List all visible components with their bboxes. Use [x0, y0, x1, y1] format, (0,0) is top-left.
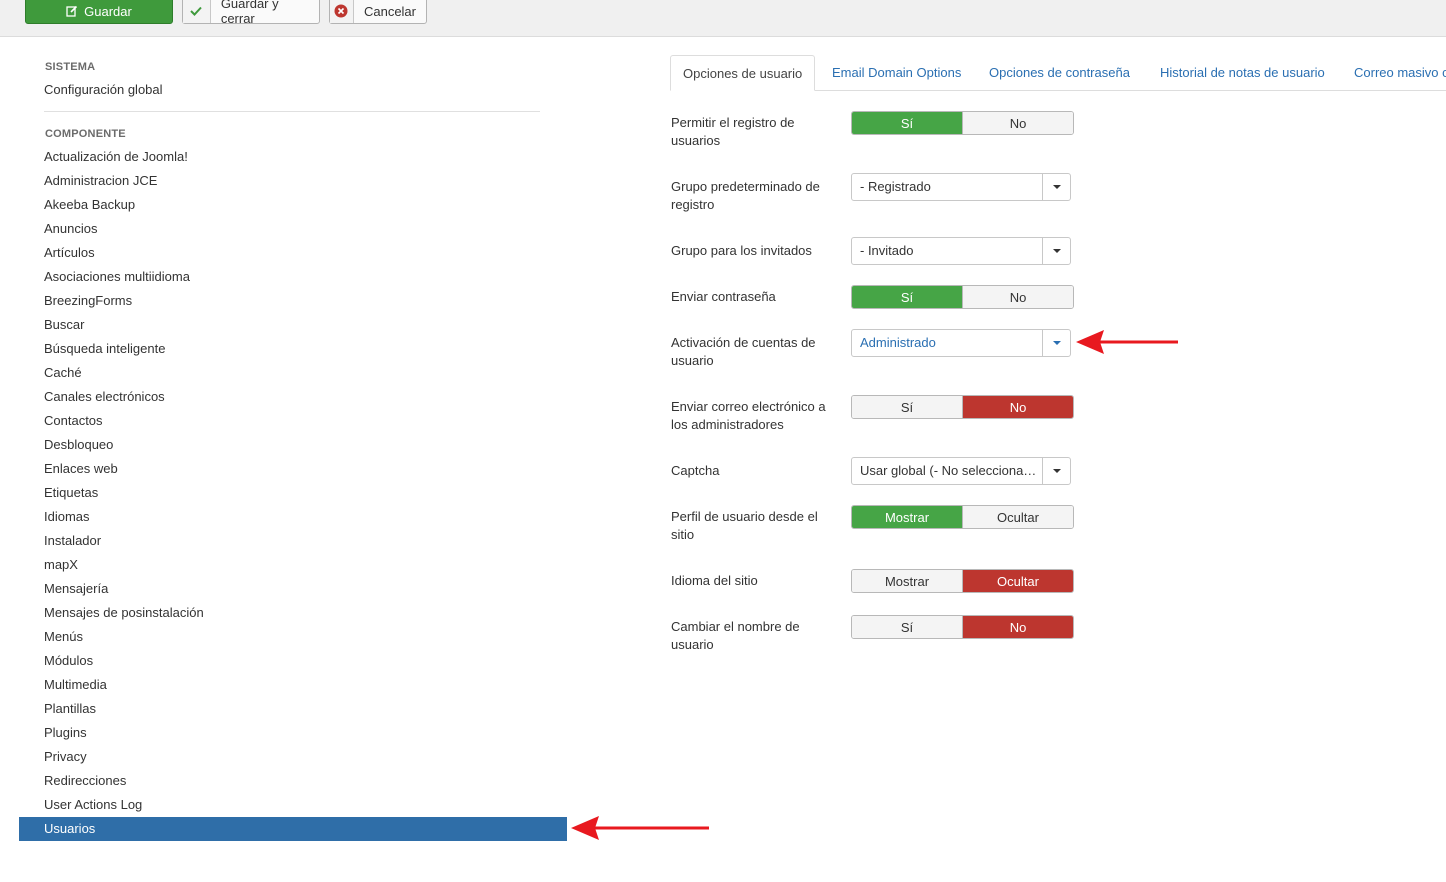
tab-email-domain-options[interactable]: Email Domain Options	[832, 55, 961, 91]
check-icon	[183, 0, 211, 23]
save-and-close-label: Guardar y cerrar	[220, 0, 279, 26]
annotation-arrow-icon	[1076, 330, 1178, 354]
site-language-toggle: Mostrar Ocultar	[851, 569, 1074, 593]
sidebar-item-buscar[interactable]: Buscar	[19, 313, 567, 337]
account-activation-value: Administrado	[860, 335, 936, 350]
save-button[interactable]: Guardar	[25, 0, 173, 24]
tab-mass-mail[interactable]: Correo masivo c	[1354, 55, 1446, 91]
change-username-no[interactable]: No	[962, 616, 1073, 638]
captcha-value: Usar global (- No seleccionado -)	[860, 463, 1042, 478]
send-password-toggle: Sí No	[851, 285, 1074, 309]
tab-password-options[interactable]: Opciones de contraseña	[989, 55, 1130, 91]
annotation-arrow-icon	[571, 816, 709, 840]
chevron-down-icon	[1042, 238, 1070, 264]
allow-registration-label: Permitir el registro de usuarios	[671, 115, 795, 148]
sidebar-item-user-actions-log[interactable]: User Actions Log	[19, 793, 567, 817]
cancel-circle-icon	[330, 0, 354, 23]
sidebar-item-mensajes-de-posinstalacion[interactable]: Mensajes de posinstalación	[19, 601, 567, 625]
notify-admins-yes[interactable]: Sí	[852, 396, 962, 418]
sidebar-item-instalador[interactable]: Instalador	[19, 529, 567, 553]
tab-user-options[interactable]: Opciones de usuario	[670, 55, 816, 91]
frontend-profile-toggle: Mostrar Ocultar	[851, 505, 1074, 529]
chevron-down-icon	[1042, 330, 1070, 356]
sidebar-item-mensajeria[interactable]: Mensajería	[19, 577, 567, 601]
edit-icon	[66, 5, 78, 17]
tab-bar: Opciones de usuario Email Domain Options…	[670, 55, 1446, 91]
sidebar-item-menus[interactable]: Menús	[19, 625, 567, 649]
sidebar-item-redirecciones[interactable]: Redirecciones	[19, 769, 567, 793]
captcha-select[interactable]: Usar global (- No seleccionado -)	[851, 457, 1071, 485]
sidebar-item-modulos[interactable]: Módulos	[19, 649, 567, 673]
frontend-profile-hide[interactable]: Ocultar	[962, 506, 1073, 528]
guest-group-select[interactable]: - Invitado	[851, 237, 1071, 265]
default-group-value: - Registrado	[860, 179, 931, 194]
chevron-down-icon	[1042, 174, 1070, 200]
send-password-label: Enviar contraseña	[671, 289, 776, 304]
component-section-title: COMPONENTE	[45, 128, 126, 140]
site-language-hide[interactable]: Ocultar	[962, 570, 1073, 592]
sidebar-item-multimedia[interactable]: Multimedia	[19, 673, 567, 697]
save-label: Guardar	[84, 3, 132, 19]
cancel-label: Cancelar	[363, 3, 416, 19]
allow-registration-no[interactable]: No	[962, 112, 1073, 134]
default-group-select[interactable]: - Registrado	[851, 173, 1071, 201]
sidebar-item-breezingforms[interactable]: BreezingForms	[19, 289, 567, 313]
sidebar-item-administracion-jce[interactable]: Administracion JCE	[19, 169, 567, 193]
sidebar-item-canales-electronicos[interactable]: Canales electrónicos	[19, 385, 567, 409]
sidebar-item-desbloqueo[interactable]: Desbloqueo	[19, 433, 567, 457]
guest-group-label: Grupo para los invitados	[671, 243, 812, 258]
site-language-label: Idioma del sitio	[671, 573, 758, 588]
cancel-button[interactable]: Cancelar	[329, 0, 427, 24]
site-language-show[interactable]: Mostrar	[852, 570, 962, 592]
frontend-profile-label: Perfil de usuario desde el sitio	[671, 509, 818, 542]
sidebar-item-etiquetas[interactable]: Etiquetas	[19, 481, 567, 505]
notify-admins-no[interactable]: No	[962, 396, 1073, 418]
send-password-yes[interactable]: Sí	[852, 286, 962, 308]
save-and-close-button[interactable]: Guardar y cerrar	[182, 0, 320, 26]
change-username-yes[interactable]: Sí	[852, 616, 962, 638]
notify-admins-toggle: Sí No	[851, 395, 1074, 419]
sidebar-item-privacy[interactable]: Privacy	[19, 745, 567, 769]
sidebar-item-idiomas[interactable]: Idiomas	[19, 505, 567, 529]
sidebar-item-plugins[interactable]: Plugins	[19, 721, 567, 745]
sidebar-item-usuarios[interactable]: Usuarios	[19, 817, 567, 841]
guest-group-value: - Invitado	[860, 243, 914, 258]
allow-registration-yes[interactable]: Sí	[852, 112, 962, 134]
frontend-profile-show[interactable]: Mostrar	[852, 506, 962, 528]
sidebar-item-global-configuration[interactable]: Configuración global	[44, 78, 163, 102]
sidebar-item-busqueda-inteligente[interactable]: Búsqueda inteligente	[19, 337, 567, 361]
sidebar-item-anuncios[interactable]: Anuncios	[19, 217, 567, 241]
sidebar-item-mapx[interactable]: mapX	[19, 553, 567, 577]
system-section-title: SISTEMA	[45, 61, 96, 73]
sidebar-item-actualizacion-de-joomla[interactable]: Actualización de Joomla!	[19, 145, 567, 169]
sidebar-item-contactos[interactable]: Contactos	[19, 409, 567, 433]
default-group-label: Grupo predeterminado de registro	[671, 179, 820, 212]
account-activation-select[interactable]: Administrado	[851, 329, 1071, 357]
sidebar-item-plantillas[interactable]: Plantillas	[19, 697, 567, 721]
sidebar-item-cache[interactable]: Caché	[19, 361, 567, 385]
allow-registration-toggle: Sí No	[851, 111, 1074, 135]
sidebar-item-enlaces-web[interactable]: Enlaces web	[19, 457, 567, 481]
send-password-no[interactable]: No	[962, 286, 1073, 308]
captcha-label: Captcha	[671, 463, 720, 478]
sidebar-item-articulos[interactable]: Artículos	[19, 241, 567, 265]
change-username-toggle: Sí No	[851, 615, 1074, 639]
account-activation-label: Activación de cuentas de usuario	[671, 335, 816, 368]
toolbar: Guardar Guardar y cerrar Cancelar	[0, 0, 1446, 37]
sidebar-item-asociaciones-multiidioma[interactable]: Asociaciones multiidioma	[19, 265, 567, 289]
chevron-down-icon	[1042, 458, 1070, 484]
sidebar-item-akeeba-backup[interactable]: Akeeba Backup	[19, 193, 567, 217]
change-username-label: Cambiar el nombre de usuario	[671, 619, 800, 652]
sidebar-divider	[44, 111, 540, 112]
notify-admins-label: Enviar correo electrónico a los administ…	[671, 399, 826, 432]
tab-user-notes-history[interactable]: Historial de notas de usuario	[1160, 55, 1325, 91]
